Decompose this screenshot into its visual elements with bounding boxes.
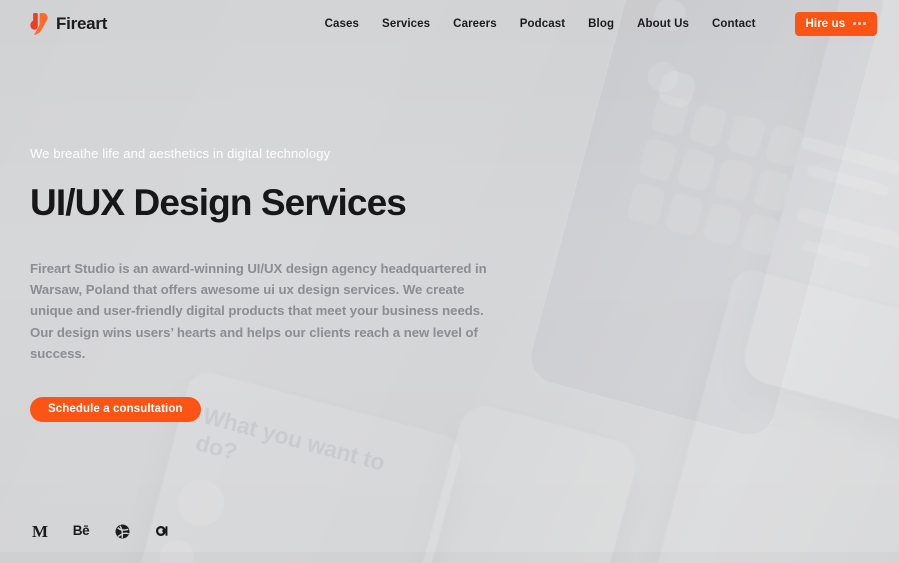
- brand-logo[interactable]: Fireart: [30, 12, 108, 35]
- background-ui-bar: [800, 135, 899, 178]
- background-phone-mockup: [399, 401, 641, 563]
- background-ui-bar: [806, 164, 890, 197]
- social-links: M Bē: [30, 521, 173, 541]
- social-link-medium[interactable]: M: [30, 521, 50, 541]
- site-header: Fireart Cases Services Careers Podcast B…: [0, 0, 899, 47]
- background-card-mockup: [652, 266, 899, 563]
- main-navigation: Cases Services Careers Podcast Blog Abou…: [325, 11, 877, 36]
- background-ui-bar: [801, 239, 873, 268]
- fireart-flame-logo-icon: [30, 12, 48, 35]
- schedule-consultation-button[interactable]: Schedule a consultation: [30, 396, 201, 422]
- brand-name: Fireart: [56, 13, 108, 33]
- clutch-icon: [156, 526, 168, 536]
- nav-item-blog[interactable]: Blog: [588, 18, 614, 30]
- nav-item-cases[interactable]: Cases: [325, 18, 359, 30]
- medium-icon: M: [31, 521, 49, 541]
- background-phone-mockup: [739, 0, 899, 431]
- social-link-behance[interactable]: Bē: [71, 521, 91, 541]
- hire-us-button[interactable]: Hire us: [794, 11, 877, 36]
- page-root: What you want to do? Fireart Cases Servi…: [0, 0, 899, 563]
- background-app-tile: [656, 68, 698, 110]
- background-circle-shape: [178, 480, 224, 526]
- background-icon-grid: [625, 92, 805, 258]
- social-link-clutch[interactable]: [153, 521, 173, 541]
- behance-icon: Bē: [72, 523, 90, 539]
- background-ui-bar: [796, 206, 899, 252]
- nav-item-podcast[interactable]: Podcast: [520, 18, 565, 30]
- page-bottom-strip: [0, 552, 899, 563]
- hero-section: We breathe life and aesthetics in digita…: [30, 146, 550, 422]
- background-circle-shape: [648, 62, 678, 92]
- nav-item-careers[interactable]: Careers: [453, 18, 497, 30]
- social-link-dribbble[interactable]: [112, 521, 132, 541]
- nav-item-about-us[interactable]: About Us: [637, 18, 689, 30]
- page-title: UI/UX Design Services: [30, 181, 407, 223]
- nav-item-contact[interactable]: Contact: [712, 18, 756, 30]
- schedule-consultation-label: Schedule a consultation: [48, 403, 183, 416]
- hire-us-label: Hire us: [805, 17, 846, 30]
- three-dots-icon: [853, 22, 866, 25]
- background-phone-mockup: [525, 0, 889, 441]
- dribbble-icon: [115, 524, 129, 538]
- nav-item-services[interactable]: Services: [382, 18, 430, 30]
- hero-paragraph: Fireart Studio is an award-winning UI/UX…: [30, 260, 487, 362]
- hero-eyebrow: We breathe life and aesthetics in digita…: [30, 146, 331, 161]
